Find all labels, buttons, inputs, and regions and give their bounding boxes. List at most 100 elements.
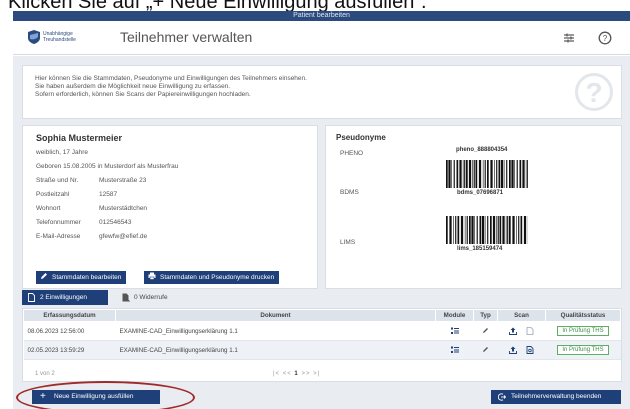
- barcode-bar: [466, 216, 468, 244]
- barcode-bar: [516, 160, 518, 188]
- cell-scan: [497, 321, 546, 341]
- file-icon: [28, 293, 35, 302]
- consents-table: Erfassungsdatum Dokument Module Typ Scan…: [22, 308, 622, 382]
- document-search-icon[interactable]: [526, 346, 534, 354]
- pseudonyms-card: Pseudonyme PHENO pheno_888804354 BDMS bd…: [325, 125, 622, 289]
- barcode-bar: [499, 216, 502, 244]
- barcode-bar: [497, 216, 499, 244]
- barcode-bar: [506, 160, 508, 188]
- barcode-bar: [466, 160, 468, 188]
- person-card: Sophia Mustermeier weiblich, 17 Jahre Ge…: [22, 125, 318, 289]
- column-header[interactable]: Module: [435, 309, 474, 322]
- upload-icon[interactable]: [508, 346, 517, 354]
- column-header[interactable]: Dokument: [115, 309, 436, 322]
- barcode-bar: [464, 160, 466, 188]
- barcode-bar: [514, 160, 515, 188]
- document-view-icon[interactable]: [526, 327, 534, 335]
- pseudonym-value: lims_185159474: [457, 246, 503, 252]
- logo-text: Unabhängige Treuhandstelle: [43, 31, 76, 43]
- file-strike-icon: [122, 293, 130, 302]
- info-line: Sofern erforderlich, können Sie Scans de…: [35, 91, 251, 98]
- cell-document: EXAMINE-CAD_Einwilligungserklärung 1.1: [115, 340, 436, 360]
- edit-button-label: Stammdaten bearbeiten: [52, 274, 122, 281]
- barcode-bar: [478, 160, 482, 188]
- barcode-bar: [475, 160, 478, 188]
- barcode-bar: [498, 160, 501, 188]
- barcode-bar: [457, 216, 460, 244]
- pagination-next[interactable]: >> >|: [301, 371, 320, 377]
- barcode-bar: [494, 160, 495, 188]
- field-label: E-Mail-Adresse: [36, 233, 81, 240]
- shield-logo-icon: [28, 30, 40, 44]
- table-header-row: Erfassungsdatum Dokument Module Typ Scan…: [23, 309, 621, 322]
- barcode-bar: [451, 160, 452, 188]
- barcode-bar: [453, 160, 455, 188]
- barcode-bar: [500, 160, 504, 188]
- pencil-icon: [41, 273, 47, 279]
- info-box: Hier können Sie die Stammdaten, Pseudony…: [22, 65, 622, 119]
- barcode-bar: [453, 216, 454, 244]
- pseudonyms-title: Pseudonyme: [336, 133, 386, 142]
- barcode-bar: [496, 160, 498, 188]
- printer-icon: [148, 272, 156, 280]
- barcode-bar: [487, 160, 489, 188]
- settings-sliders-icon[interactable]: [562, 31, 576, 45]
- edit-master-data-button[interactable]: Stammdaten bearbeiten: [36, 271, 127, 284]
- logo: Unabhängige Treuhandstelle: [27, 27, 79, 49]
- barcode-bar: [459, 160, 462, 188]
- help-icon[interactable]: ?: [598, 31, 612, 45]
- barcode-bar: [484, 160, 486, 188]
- pagination-current-page[interactable]: 1: [294, 371, 298, 377]
- pagination-prev[interactable]: |< <<: [273, 371, 292, 377]
- pseudonym-value: bdms_07696871: [457, 190, 504, 196]
- barcode-bar: [519, 160, 522, 188]
- info-line: Sie haben außerdem die Möglichkeit neue …: [35, 83, 231, 90]
- barcode-bar: [505, 216, 507, 244]
- upload-icon[interactable]: [508, 327, 517, 335]
- column-header[interactable]: Erfassungsdatum: [23, 309, 116, 322]
- cell-status: In Prüfung THS: [545, 340, 621, 360]
- tab-consents[interactable]: 2 Einwilligungen: [22, 290, 108, 305]
- new-consent-button[interactable]: + Neue Einwilligung ausfüllen: [32, 390, 160, 404]
- module-list-icon[interactable]: [450, 346, 459, 354]
- print-button-label: Stammdaten und Pseudonyme drucken: [160, 274, 275, 281]
- status-badge: In Prüfung THS: [557, 326, 609, 336]
- end-management-button[interactable]: Teilnehmerverwaltung beenden: [491, 390, 621, 404]
- barcode-bar: [490, 216, 492, 244]
- info-line: Hier können Sie die Stammdaten, Pseudony…: [35, 75, 307, 82]
- cell-scan: [497, 340, 546, 360]
- tab-revocations[interactable]: 0 Widerrufe: [116, 290, 196, 305]
- field-value: 012546543: [99, 219, 132, 226]
- window-titlebar: Patient bearbeiten: [13, 11, 630, 21]
- field-label: Straße und Nr.: [36, 177, 79, 184]
- end-management-label: Teilnehmerverwaltung beenden: [511, 393, 602, 400]
- barcode-bar: [502, 216, 505, 244]
- column-header[interactable]: Typ: [473, 309, 498, 322]
- barcode-bar: [482, 160, 484, 188]
- barcode-bar: [446, 216, 448, 244]
- tab-label: 0 Widerrufe: [134, 294, 168, 301]
- barcode-bar: [479, 216, 482, 244]
- pagination-nav: |< << 1 >> >|: [273, 371, 320, 377]
- svg-text:?: ?: [603, 34, 608, 43]
- field-label: Wohnort: [36, 205, 61, 212]
- plus-icon: +: [40, 391, 46, 402]
- cell-date: 08.06.2023 12:56:00: [23, 321, 116, 341]
- table-row[interactable]: 02.05.2023 13:59:29 EXAMINE-CAD_Einwilli…: [23, 340, 621, 360]
- module-list-icon[interactable]: [450, 327, 459, 335]
- barcode-bar: [509, 160, 511, 188]
- barcode-bar: [474, 216, 475, 244]
- barcode-bar: [522, 160, 525, 188]
- barcode-bar: [460, 216, 464, 244]
- column-header[interactable]: Qualitätsstatus: [545, 309, 621, 322]
- barcode-bar: [490, 160, 493, 188]
- barcode-bar: [492, 216, 496, 244]
- barcode-bar: [464, 216, 466, 244]
- table-row[interactable]: 08.06.2023 12:56:00 EXAMINE-CAD_Einwilli…: [23, 321, 621, 341]
- print-button[interactable]: Stammdaten und Pseudonyme drucken: [144, 271, 280, 284]
- barcode-bar: [456, 160, 459, 188]
- person-name: Sophia Mustermeier: [36, 133, 123, 143]
- barcode-bar: [462, 160, 464, 188]
- column-header[interactable]: Scan: [497, 309, 546, 322]
- barcode-lims: [446, 216, 528, 244]
